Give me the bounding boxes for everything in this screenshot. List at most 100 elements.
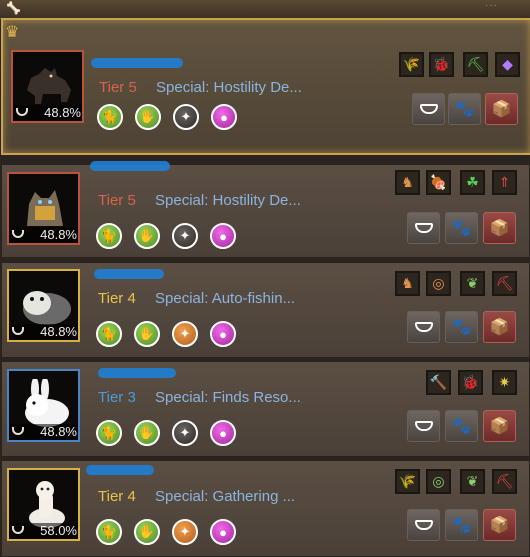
trait-icon-4[interactable]: ● xyxy=(210,420,236,446)
trait-icon-2[interactable]: ✋ xyxy=(134,321,160,347)
hunger-percent: 48.8% xyxy=(9,227,78,243)
pet-portrait[interactable]: 58.0% xyxy=(7,468,80,541)
trait-icon-1[interactable]: 🐈 xyxy=(96,321,122,347)
compass-icon[interactable]: ◎ xyxy=(426,469,451,494)
pet-portrait[interactable]: 48.8% xyxy=(7,369,80,442)
pet-care-button[interactable]: 🐾 xyxy=(445,212,478,244)
horse-icon[interactable]: ♞ xyxy=(395,271,420,296)
armored-cat-pet-image xyxy=(27,190,63,226)
redacted-name xyxy=(98,368,176,378)
pet-special: Special: Hostility De... xyxy=(156,79,302,96)
arrow-icon[interactable]: ⇑ xyxy=(492,170,517,195)
paw-icon: 🐾 xyxy=(451,220,472,237)
feed-button[interactable] xyxy=(407,212,440,244)
trait-icon-1[interactable]: 🐈 xyxy=(96,519,122,545)
trait-icon-3[interactable]: ✦ xyxy=(173,104,199,130)
trait-icon-2[interactable]: ✋ xyxy=(135,104,161,130)
pet-card-1[interactable]: ♛ 48.8% Tier 5 Special: Hostility De... … xyxy=(1,18,530,155)
redacted-name xyxy=(86,465,154,475)
pet-card-3[interactable]: 48.8% Tier 4 Special: Auto-fishin... 🐈 ✋… xyxy=(1,262,530,358)
trait-icon-1[interactable]: 🐈 xyxy=(96,420,122,446)
redacted-name xyxy=(94,269,164,279)
pet-portrait[interactable]: 48.8% xyxy=(11,50,84,123)
trait-icon-4[interactable]: ● xyxy=(210,321,236,347)
box-icon: 📦 xyxy=(489,220,510,237)
feed-icon xyxy=(414,421,433,431)
hammer-icon[interactable]: 🔨 xyxy=(426,370,451,395)
redacted-name xyxy=(90,161,170,171)
sparkle-icon[interactable]: ✷ xyxy=(492,370,517,395)
wheat-icon[interactable]: 🌾 xyxy=(399,52,424,77)
pickaxe-icon[interactable]: ⛏ xyxy=(463,52,488,77)
trait-icon-2[interactable]: ✋ xyxy=(134,519,160,545)
pickaxe-icon[interactable]: ⛏ xyxy=(492,271,517,296)
window-top-bar: 🦴 ··· xyxy=(0,0,530,19)
feed-icon xyxy=(414,322,433,332)
paw-icon: 🐾 xyxy=(451,418,472,435)
pet-care-button[interactable]: 🐾 xyxy=(445,311,478,343)
bone-icon: 🦴 xyxy=(6,1,21,15)
pet-tier: Tier 5 xyxy=(99,79,137,96)
bowl-icon xyxy=(12,230,24,238)
feed-icon xyxy=(419,104,438,114)
crystal-icon[interactable]: ◆ xyxy=(495,52,520,77)
feather-icon[interactable]: ❦ xyxy=(460,469,485,494)
pet-care-button[interactable]: 🐾 xyxy=(448,93,481,125)
bowl-icon xyxy=(16,108,28,116)
exchange-button[interactable]: 📦 xyxy=(485,93,518,125)
redacted-name xyxy=(91,58,183,68)
trait-icon-4[interactable]: ● xyxy=(210,223,236,249)
box-icon: 📦 xyxy=(489,319,510,336)
pet-portrait[interactable]: 48.8% xyxy=(7,269,80,342)
trait-icon-3[interactable]: ✦ xyxy=(172,223,198,249)
trait-icon-1[interactable]: 🐈 xyxy=(96,223,122,249)
feed-button[interactable] xyxy=(412,93,445,125)
pet-special: Special: Hostility De... xyxy=(155,192,301,209)
exchange-button[interactable]: 📦 xyxy=(483,311,516,343)
box-icon: 📦 xyxy=(489,418,510,435)
bug-icon[interactable]: 🐞 xyxy=(429,52,454,77)
trait-icon-3[interactable]: ✦ xyxy=(172,420,198,446)
pet-tier: Tier 4 xyxy=(98,488,136,505)
horse-icon[interactable]: ♞ xyxy=(395,170,420,195)
pet-care-button[interactable]: 🐾 xyxy=(445,410,478,442)
box-icon: 📦 xyxy=(489,517,510,534)
box-icon: 📦 xyxy=(491,101,512,118)
pet-special: Special: Auto-fishin... xyxy=(155,290,296,307)
pickaxe-icon[interactable]: ⛏ xyxy=(492,469,517,494)
pet-card-4[interactable]: 48.8% Tier 3 Special: Finds Reso... 🐈 ✋ … xyxy=(1,361,530,457)
feed-button[interactable] xyxy=(407,311,440,343)
pet-card-5[interactable]: 58.0% Tier 4 Special: Gathering ... 🐈 ✋ … xyxy=(1,460,530,557)
rabbit-pet-image xyxy=(25,379,69,427)
hunger-percent: 48.8% xyxy=(9,324,78,340)
hunger-percent: 48.8% xyxy=(9,424,78,440)
trait-icon-4[interactable]: ● xyxy=(210,519,236,545)
pet-portrait[interactable]: 48.8% xyxy=(7,172,80,245)
exchange-button[interactable]: 📦 xyxy=(483,410,516,442)
trait-icon-2[interactable]: ✋ xyxy=(134,420,160,446)
wheat-icon[interactable]: 🌾 xyxy=(395,469,420,494)
feed-button[interactable] xyxy=(407,410,440,442)
meat-icon[interactable]: 🍖 xyxy=(426,170,451,195)
feather-icon[interactable]: ❦ xyxy=(460,271,485,296)
window-dots: ··· xyxy=(485,0,498,11)
trait-icon-2[interactable]: ✋ xyxy=(134,223,160,249)
trait-icon-4[interactable]: ● xyxy=(211,104,237,130)
pet-card-2[interactable]: 48.8% Tier 5 Special: Hostility De... 🐈 … xyxy=(1,161,530,258)
pet-care-button[interactable]: 🐾 xyxy=(445,509,478,541)
bug-icon[interactable]: 🐞 xyxy=(458,370,483,395)
paw-icon: 🐾 xyxy=(454,101,475,118)
trait-icon-3[interactable]: ✦ xyxy=(172,519,198,545)
seal-pet-image xyxy=(23,291,71,325)
feed-button[interactable] xyxy=(407,509,440,541)
pet-tier: Tier 4 xyxy=(98,290,136,307)
pet-special: Special: Finds Reso... xyxy=(155,389,301,406)
exchange-button[interactable]: 📦 xyxy=(483,212,516,244)
exchange-button[interactable]: 📦 xyxy=(483,509,516,541)
bowl-icon xyxy=(12,427,24,435)
trait-icon-3[interactable]: ✦ xyxy=(172,321,198,347)
clover-icon[interactable]: ☘ xyxy=(460,170,485,195)
trait-icon-1[interactable]: 🐈 xyxy=(97,104,123,130)
compass-icon[interactable]: ◎ xyxy=(426,271,451,296)
hunger-percent: 48.8% xyxy=(13,105,82,121)
